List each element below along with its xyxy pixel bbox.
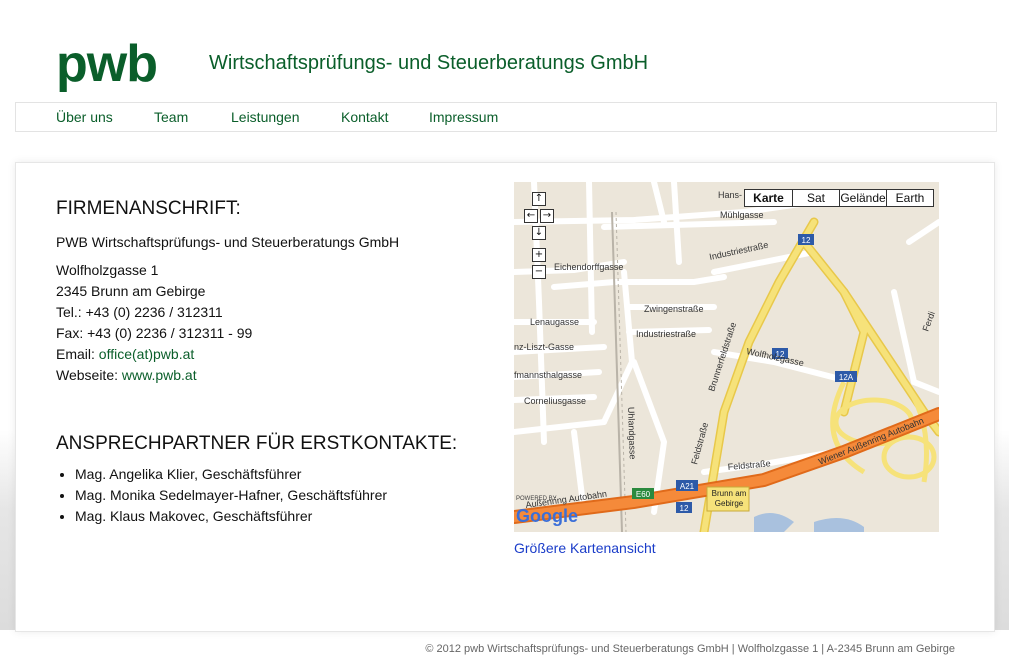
contacts-list: Mag. Angelika Klier, Geschäftsführer Mag… [56,466,387,529]
larger-map-link[interactable]: Größere Kartenansicht [514,540,656,556]
street-label: fmannsthalgasse [514,370,582,380]
street-label: Eichendorffgasse [554,262,623,272]
contacts-heading: ANSPRECHPARTNER FÜR ERSTKONTAKTE: [56,433,458,454]
street-label: Industriestraße [636,329,696,339]
zoom-in-icon[interactable]: + [532,248,546,262]
svg-text:12: 12 [680,504,689,513]
map-shield: E60 [632,488,654,499]
street-label: Hans- [718,190,742,200]
street-label: Mühlgasse [720,210,764,220]
website-link[interactable]: www.pwb.at [122,367,197,383]
address-fax: Fax: +43 (0) 2236 / 312311 - 99 [56,325,253,341]
map-canvas: 12 12 12A A21 E60 12 Hans- Mühlgasse Ind… [514,182,939,532]
pan-up-icon[interactable]: ↑ [532,192,546,206]
nav-item-kontakt[interactable]: Kontakt [341,109,388,125]
pwb-logo[interactable]: pwb [56,38,158,90]
map-type-gelaende[interactable]: Gelände [839,190,886,206]
street-label: Uhlandgasse [626,407,638,460]
street-label: Zwingenstraße [644,304,704,314]
map-shield: 12A [835,371,857,382]
map-type-earth[interactable]: Earth [886,190,933,206]
svg-text:A21: A21 [680,482,695,491]
town-label: Brunn am Gebirge [711,489,747,508]
footer-text: © 2012 pwb Wirtschaftsprüfungs- und Steu… [425,643,955,655]
email-label: Email: [56,346,99,362]
nav-item-impressum[interactable]: Impressum [429,109,498,125]
address-company: PWB Wirtschaftsprüfungs- und Steuerberat… [56,234,400,250]
google-logo: Google [516,506,578,526]
zoom-out-icon[interactable]: − [532,265,546,279]
street-label: Lenaugasse [530,317,579,327]
map-type-selector: Karte Sat Gelände Earth [744,189,934,207]
google-map[interactable]: 12 12 12A A21 E60 12 Hans- Mühlgasse Ind… [514,182,939,532]
nav-item-team[interactable]: Team [154,109,188,125]
pan-left-icon[interactable]: ← [524,209,538,223]
nav-item-ueber-uns[interactable]: Über uns [56,109,113,125]
site-header: pwb Wirtschaftsprüfungs- und Steuerberat… [56,38,956,90]
street-label: nz-Liszt-Gasse [514,342,574,352]
list-item: Mag. Angelika Klier, Geschäftsführer [75,466,387,487]
address-city: 2345 Brunn am Gebirge [56,283,206,299]
map-type-sat[interactable]: Sat [792,190,839,206]
nav-item-leistungen[interactable]: Leistungen [231,109,300,125]
map-shield: A21 [676,480,698,491]
street-label: Corneliusgasse [524,396,586,406]
pan-down-icon[interactable]: ↓ [532,226,546,240]
address-tel: Tel.: +43 (0) 2236 / 312311 [56,304,223,320]
list-item: Mag. Monika Sedelmayer-Hafner, Geschäfts… [75,487,387,508]
svg-text:12: 12 [802,236,811,245]
address-web-row: Webseite: www.pwb.at [56,367,197,383]
company-name: Wirtschaftsprüfungs- und Steuerberatungs… [209,52,649,74]
map-shield: 12 [676,502,692,513]
svg-text:E60: E60 [636,490,651,499]
svg-text:12A: 12A [839,373,854,382]
content-panel: FIRMENANSCHRIFT: PWB Wirtschaftsprüfungs… [15,162,995,632]
map-shield: 12 [798,234,814,245]
address-heading: FIRMENANSCHRIFT: [56,198,241,219]
pan-right-icon[interactable]: → [540,209,554,223]
main-navigation: Über uns Team Leistungen Kontakt Impress… [15,102,997,132]
web-label: Webseite: [56,367,122,383]
map-type-karte[interactable]: Karte [745,190,792,206]
email-link[interactable]: office(at)pwb.at [99,346,194,362]
address-email-row: Email: office(at)pwb.at [56,346,194,362]
address-street: Wolfholzgasse 1 [56,262,159,278]
powered-by-label: POWERED BY [516,496,557,502]
list-item: Mag. Klaus Makovec, Geschäftsführer [75,508,387,529]
